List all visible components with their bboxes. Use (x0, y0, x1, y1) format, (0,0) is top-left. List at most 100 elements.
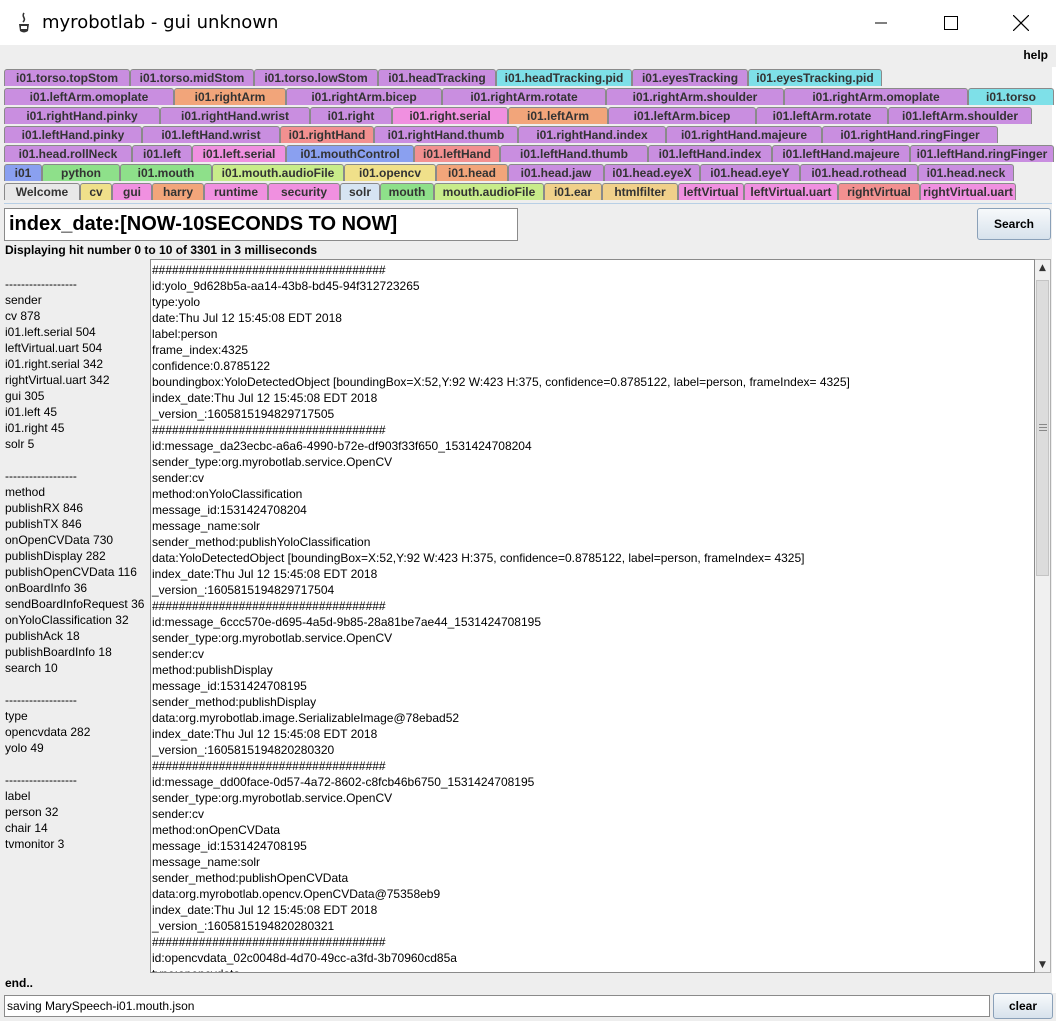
results-area[interactable]: ################################### id:yo… (150, 259, 1035, 973)
tab-python[interactable]: python (42, 164, 120, 181)
facet-line: solr 5 (5, 437, 35, 451)
tab-welcome[interactable]: Welcome (4, 183, 80, 200)
tab-i01-lefthand-wrist[interactable]: i01.leftHand.wrist (142, 126, 280, 143)
tab-i01-righthand-index[interactable]: i01.rightHand.index (518, 126, 666, 143)
tab-i01-headtracking[interactable]: i01.headTracking (378, 69, 496, 86)
tab-i01-rightarm-bicep[interactable]: i01.rightArm.bicep (286, 88, 442, 105)
tab-rightvirtual[interactable]: rightVirtual (838, 183, 920, 200)
maximize-button[interactable] (916, 0, 986, 45)
result-line: message_id:1531424708204 (152, 503, 307, 517)
tab-row: i01.torso.topStom i01.torso.midStom i01.to… (4, 67, 1052, 86)
tab-i01-left-serial[interactable]: i01.left.serial (192, 145, 286, 162)
facet-line: publishOpenCVData 116 (5, 565, 137, 579)
facet-line: method (5, 485, 46, 499)
tab-i01[interactable]: i01 (4, 164, 42, 181)
facet-line: sender (5, 293, 42, 307)
tab-i01-eyestracking[interactable]: i01.eyesTracking (632, 69, 748, 86)
result-line: boundingbox:YoloDetectedObject [bounding… (152, 375, 850, 389)
tab-i01-torso-topstom[interactable]: i01.torso.topStom (4, 69, 130, 86)
tab-i01-leftarm[interactable]: i01.leftArm (508, 107, 608, 124)
tab-i01-rightarm[interactable]: i01.rightArm (174, 88, 286, 105)
tab-rightvirtual-uart[interactable]: rightVirtual.uart (920, 183, 1016, 200)
tab-gui[interactable]: gui (112, 183, 152, 200)
tab-i01-head-neck[interactable]: i01.head.neck (918, 164, 1014, 181)
facet-line: ------------------ (5, 469, 77, 483)
menu-bar: help (0, 45, 1056, 67)
tab-i01-mouth[interactable]: i01.mouth (120, 164, 212, 181)
tab-i01-mouth-audiofile[interactable]: i01.mouth.audioFile (212, 164, 344, 181)
tab-i01-lefthand-majeure[interactable]: i01.leftHand.majeure (772, 145, 910, 162)
result-line: _version_:1605815194820280320 (152, 743, 335, 757)
tab-leftvirtual-uart[interactable]: leftVirtual.uart (744, 183, 838, 200)
tab-i01-head-rothead[interactable]: i01.head.rothead (800, 164, 918, 181)
tab-i01-lefthand-ringfinger[interactable]: i01.leftHand.ringFinger (910, 145, 1054, 162)
result-line: method:publishDisplay (152, 663, 273, 677)
tab-i01-lefthand[interactable]: i01.leftHand (414, 145, 500, 162)
tab-i01-leftarm-shoulder[interactable]: i01.leftArm.shoulder (888, 107, 1032, 124)
search-button[interactable]: Search (977, 208, 1051, 240)
result-line: _version_:1605815194820280321 (152, 919, 335, 933)
tab-htmlfilter[interactable]: htmlfilter (602, 183, 678, 200)
help-menu[interactable]: help (1023, 48, 1048, 62)
scroll-up-icon[interactable]: ▲ (1035, 260, 1050, 276)
tab-i01-headtracking-pid[interactable]: i01.headTracking.pid (496, 69, 632, 86)
tab-harry[interactable]: harry (152, 183, 204, 200)
tab-i01-right[interactable]: i01.right (310, 107, 392, 124)
scroll-down-icon[interactable]: ▼ (1035, 957, 1050, 973)
tab-cv[interactable]: cv (80, 183, 112, 200)
minimize-icon (875, 22, 887, 23)
tab-i01-lefthand-index[interactable]: i01.leftHand.index (648, 145, 772, 162)
result-line: id:message_da23ecbc-a6a6-4990-b72e-df903… (152, 439, 532, 453)
facet-line: chair 14 (5, 821, 48, 835)
tab-i01-mouthcontrol[interactable]: i01.mouthControl (286, 145, 414, 162)
tab-i01-righthand-thumb[interactable]: i01.rightHand.thumb (374, 126, 518, 143)
tab-i01-rightarm-rotate[interactable]: i01.rightArm.rotate (442, 88, 606, 105)
minimize-button[interactable] (846, 0, 916, 45)
tab-i01-righthand-majeure[interactable]: i01.rightHand.majeure (666, 126, 822, 143)
tab-i01-leftarm-bicep[interactable]: i01.leftArm.bicep (608, 107, 756, 124)
tab-i01-leftarm-omoplate[interactable]: i01.leftArm.omoplate (4, 88, 174, 105)
tab-i01-torso[interactable]: i01.torso (968, 88, 1054, 105)
tab-i01-rightarm-shoulder[interactable]: i01.rightArm.shoulder (606, 88, 784, 105)
tab-i01-rightarm-omoplate[interactable]: i01.rightArm.omoplate (784, 88, 968, 105)
tab-leftvirtual[interactable]: leftVirtual (678, 183, 744, 200)
tab-i01-torso-lowstom[interactable]: i01.torso.lowStom (254, 69, 378, 86)
tab-i01-ear[interactable]: i01.ear (544, 183, 602, 200)
tab-i01-eyestracking-pid[interactable]: i01.eyesTracking.pid (748, 69, 882, 86)
query-input[interactable]: index_date:[NOW-10SECONDS TO NOW] (4, 208, 518, 241)
facet-line: ------------------ (5, 693, 77, 707)
tab-i01-righthand-wrist[interactable]: i01.rightHand.wrist (160, 107, 310, 124)
tab-i01-head-eyex[interactable]: i01.head.eyeX (604, 164, 700, 181)
tab-i01-righthand-ringfinger[interactable]: i01.rightHand.ringFinger (822, 126, 998, 143)
tab-i01-lefthand-pinky[interactable]: i01.leftHand.pinky (4, 126, 142, 143)
tab-row: i01.rightHand.pinky i01.rightHand.wrist i0… (4, 105, 1052, 124)
tab-i01-right-serial[interactable]: i01.right.serial (392, 107, 508, 124)
tab-mouth[interactable]: mouth (380, 183, 434, 200)
tab-row: i01 python i01.mouth i01.mouth.audioFile i01… (4, 162, 1052, 181)
result-line: ################################### (152, 423, 386, 437)
result-line: id:message_dd00face-0d57-4a72-8602-c8fcb… (152, 775, 535, 789)
tab-i01-head-rollneck[interactable]: i01.head.rollNeck (4, 145, 132, 162)
facet-line: rightVirtual.uart 342 (5, 373, 110, 387)
tab-i01-head-eyey[interactable]: i01.head.eyeY (700, 164, 800, 181)
tab-i01-left[interactable]: i01.left (132, 145, 192, 162)
tab-i01-righthand[interactable]: i01.rightHand (280, 126, 374, 143)
tab-mouth-audiofile[interactable]: mouth.audioFile (434, 183, 544, 200)
clear-button[interactable]: clear (993, 993, 1053, 1019)
tab-i01-leftarm-rotate[interactable]: i01.leftArm.rotate (756, 107, 888, 124)
tab-security[interactable]: security (268, 183, 340, 200)
facet-line: type (5, 709, 28, 723)
result-line: ################################### (152, 759, 386, 773)
tab-runtime[interactable]: runtime (204, 183, 268, 200)
tab-solr[interactable]: solr (340, 183, 380, 200)
results-scrollbar[interactable]: ▲ ▼ (1035, 259, 1051, 973)
tab-i01-opencv[interactable]: i01.opencv (344, 164, 436, 181)
tab-i01-lefthand-thumb[interactable]: i01.leftHand.thumb (500, 145, 648, 162)
tab-i01-righthand-pinky[interactable]: i01.rightHand.pinky (4, 107, 160, 124)
tab-i01-torso-midstom[interactable]: i01.torso.midStom (130, 69, 254, 86)
tab-i01-head-jaw[interactable]: i01.head.jaw (508, 164, 604, 181)
scroll-thumb[interactable] (1036, 280, 1049, 576)
solr-panel: index_date:[NOW-10SECONDS TO NOW] Search… (4, 203, 1052, 993)
close-button[interactable] (986, 0, 1056, 45)
tab-i01-head[interactable]: i01.head (436, 164, 508, 181)
